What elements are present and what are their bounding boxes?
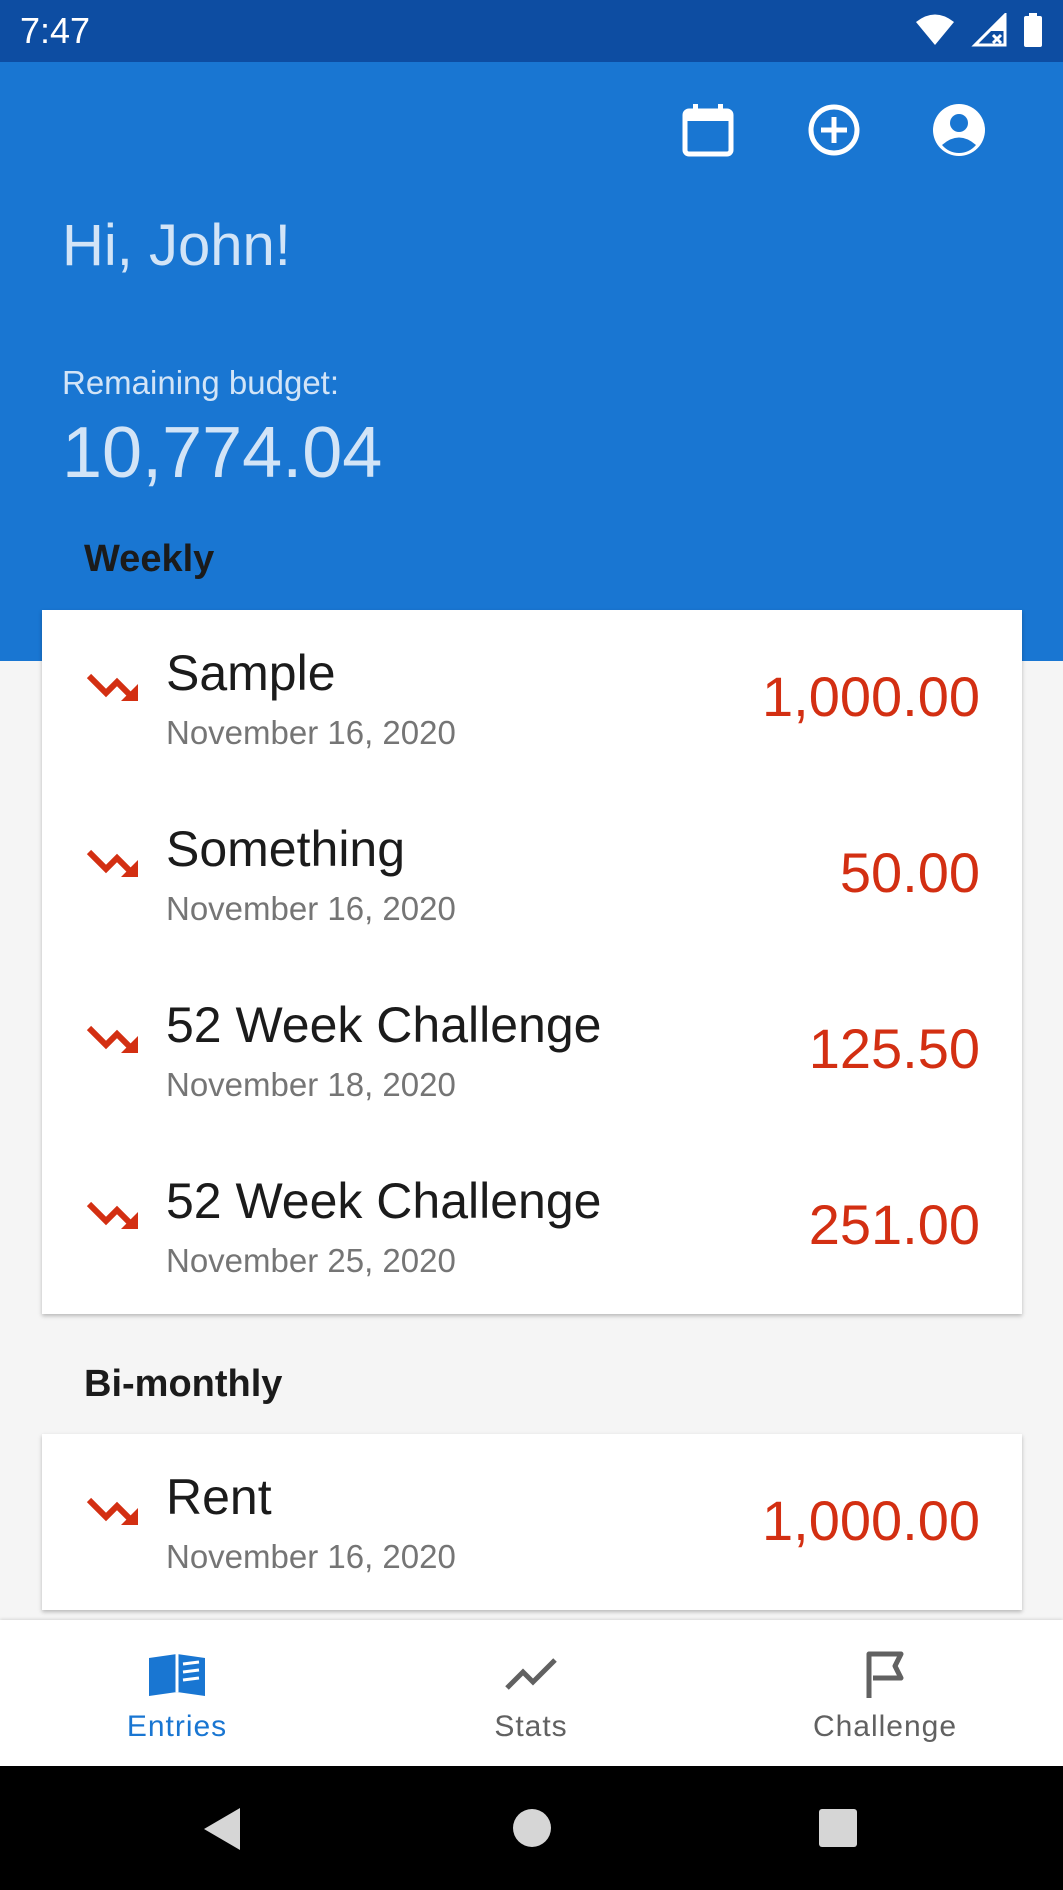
add-circle-icon[interactable] xyxy=(806,102,862,158)
account-circle-icon[interactable] xyxy=(931,102,987,158)
entry-name: Sample xyxy=(166,645,336,701)
trending-up-icon xyxy=(505,1658,557,1690)
nav-label-stats: Stats xyxy=(494,1710,568,1743)
nav-item-entries[interactable]: Entries xyxy=(0,1620,354,1766)
trending-down-icon xyxy=(86,1025,138,1053)
remaining-budget-value: 10,774.04 xyxy=(62,413,383,493)
entry-row[interactable]: 52 Week Challenge November 18, 2020 125.… xyxy=(42,962,1022,1138)
cell-signal-icon xyxy=(971,13,1007,47)
system-navigation-bar xyxy=(0,1766,1063,1890)
weekly-entries-card: Sample November 16, 2020 1,000.00 Someth… xyxy=(42,610,1022,1314)
recents-icon[interactable] xyxy=(818,1808,858,1848)
remaining-budget-label: Remaining budget: xyxy=(62,364,340,401)
entry-row[interactable]: Rent November 16, 2020 1,000.00 xyxy=(42,1434,1022,1610)
entry-row[interactable]: Something November 16, 2020 50.00 xyxy=(42,786,1022,962)
battery-icon xyxy=(1024,13,1042,47)
entry-name: Something xyxy=(166,821,406,877)
section-title-bi-monthly: Bi-monthly xyxy=(84,1363,283,1405)
bottom-navigation: Entries Stats Challenge xyxy=(0,1620,1063,1766)
entry-amount: 125.50 xyxy=(808,1017,980,1080)
trending-down-icon xyxy=(86,849,138,877)
wifi-icon xyxy=(916,14,954,45)
trending-down-icon xyxy=(86,1201,138,1229)
book-icon xyxy=(149,1654,205,1696)
status-bar: 7:47 xyxy=(0,0,1063,62)
entry-name: 52 Week Challenge xyxy=(166,1173,602,1229)
trending-down-icon xyxy=(86,1497,138,1525)
bi-monthly-entries-card: Rent November 16, 2020 1,000.00 xyxy=(42,1434,1022,1610)
section-title-weekly: Weekly xyxy=(84,538,215,580)
nav-label-challenge: Challenge xyxy=(812,1710,958,1743)
entry-date: November 16, 2020 xyxy=(166,714,456,751)
calendar-icon[interactable] xyxy=(680,102,736,158)
nav-item-stats[interactable]: Stats xyxy=(354,1620,708,1766)
entry-amount: 251.00 xyxy=(808,1193,980,1256)
trending-down-icon xyxy=(86,673,138,701)
entry-amount: 50.00 xyxy=(839,841,980,904)
status-time: 7:47 xyxy=(20,10,91,51)
entry-name: 52 Week Challenge xyxy=(166,997,602,1053)
status-icons xyxy=(915,12,1043,48)
nav-label-entries: Entries xyxy=(126,1710,228,1743)
entry-date: November 16, 2020 xyxy=(166,890,456,927)
entry-row[interactable]: Sample November 16, 2020 1,000.00 xyxy=(42,610,1022,786)
entry-date: November 25, 2020 xyxy=(166,1242,456,1279)
back-icon[interactable] xyxy=(200,1806,244,1852)
nav-item-challenge[interactable]: Challenge xyxy=(708,1620,1062,1766)
entry-amount: 1,000.00 xyxy=(762,665,980,728)
greeting-text: Hi, John! xyxy=(62,213,291,278)
home-icon[interactable] xyxy=(512,1808,552,1848)
entry-name: Rent xyxy=(166,1469,272,1525)
entry-amount: 1,000.00 xyxy=(762,1489,980,1552)
entry-row[interactable]: 52 Week Challenge November 25, 2020 251.… xyxy=(42,1138,1022,1314)
flag-icon xyxy=(866,1651,904,1698)
entry-date: November 16, 2020 xyxy=(166,1538,456,1575)
entry-date: November 18, 2020 xyxy=(166,1066,456,1103)
